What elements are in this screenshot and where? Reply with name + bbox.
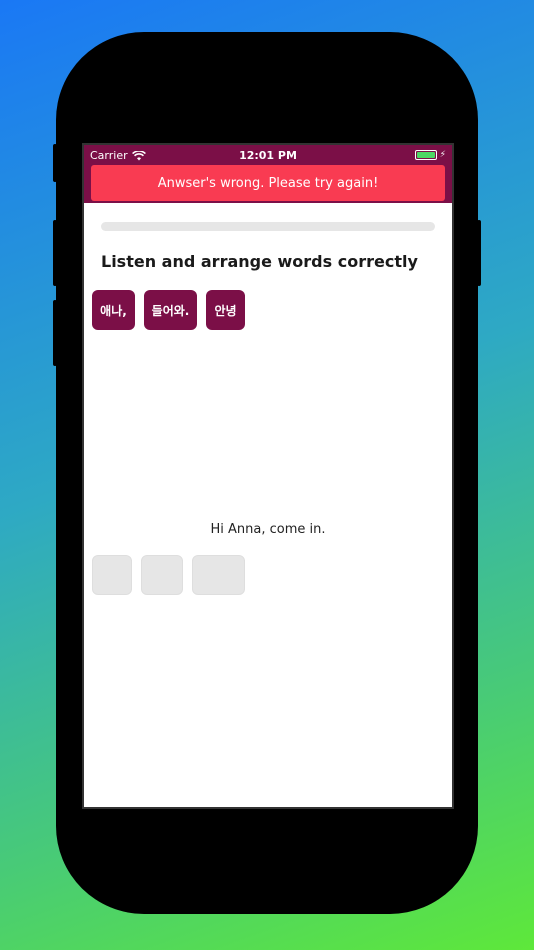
error-message: Anwser's wrong. Please try again! bbox=[157, 175, 379, 191]
battery-indicator: ⚡ bbox=[414, 150, 446, 160]
power-button bbox=[477, 220, 481, 286]
battery-level bbox=[416, 152, 435, 158]
bolt-icon: ⚡ bbox=[439, 150, 446, 160]
word-chip[interactable]: 안녕 bbox=[206, 290, 245, 330]
status-bar: Carrier 12:01 PM ⚡ Anwser's wrong. Pleas… bbox=[84, 145, 452, 203]
answer-slot[interactable] bbox=[141, 555, 183, 595]
battery-icon bbox=[414, 150, 437, 160]
error-banner: Anwser's wrong. Please try again! bbox=[91, 165, 445, 201]
clock: 12:01 PM bbox=[239, 149, 297, 162]
answer-slot[interactable] bbox=[92, 555, 132, 595]
volume-up-button bbox=[53, 220, 57, 286]
translation-text: Hi Anna, come in. bbox=[210, 522, 326, 537]
word-chip-label: 안녕 bbox=[214, 303, 237, 318]
word-chip-label: 들어와. bbox=[151, 303, 190, 318]
silent-switch bbox=[53, 144, 57, 182]
word-chip[interactable]: 들어와. bbox=[144, 290, 197, 330]
answer-slot[interactable] bbox=[192, 555, 245, 595]
word-chip[interactable]: 애나, bbox=[92, 290, 135, 330]
exercise-title: Listen and arrange words correctly bbox=[101, 252, 418, 271]
progress-bar bbox=[101, 222, 435, 231]
word-chip-label: 애나, bbox=[100, 303, 127, 318]
app-screen: Carrier 12:01 PM ⚡ Anwser's wrong. Pleas… bbox=[82, 143, 454, 809]
volume-down-button bbox=[53, 300, 57, 366]
